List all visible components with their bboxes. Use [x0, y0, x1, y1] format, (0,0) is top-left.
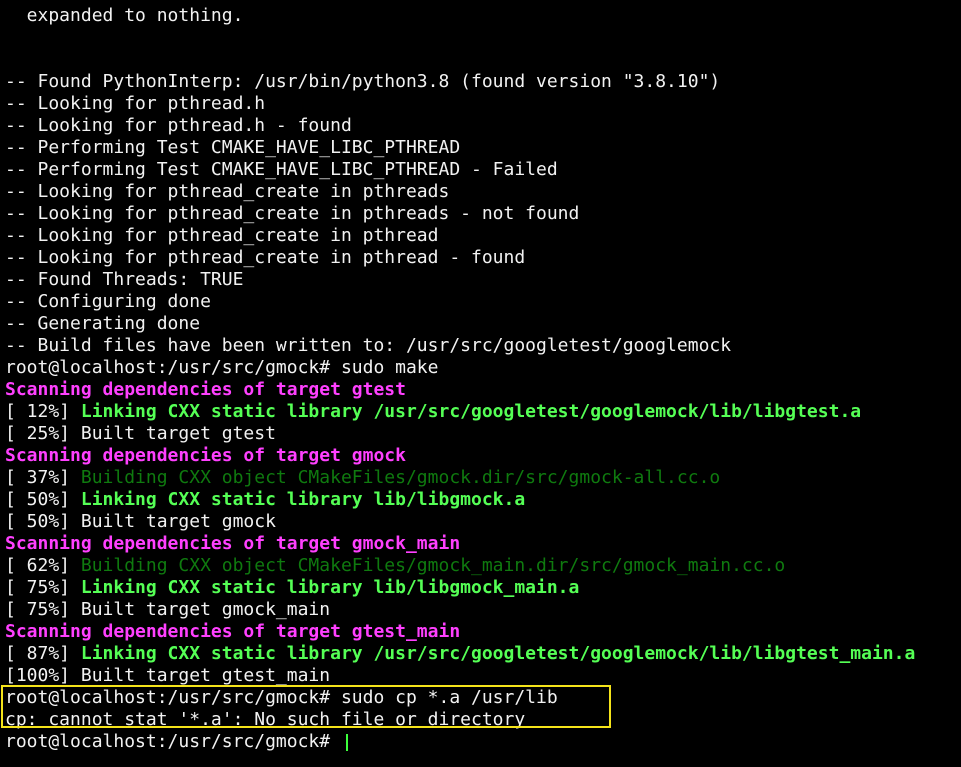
scanning-line: Scanning dependencies of target gtest_ma… — [5, 621, 461, 642]
scanning-line: Scanning dependencies of target gtest — [5, 379, 406, 400]
output-line: -- Looking for pthread_create in pthread… — [5, 181, 450, 202]
prompt-line[interactable]: root@localhost:/usr/src/gmock# — [5, 731, 341, 753]
progress-prefix: [ 50%] — [5, 489, 81, 510]
linking-text: Linking CXX static library lib/libgmock_… — [80, 577, 580, 598]
linking-text: Linking CXX static library lib/libgmock.… — [80, 489, 526, 510]
output-line: -- Looking for pthread.h — [5, 93, 266, 114]
terminal-window[interactable]: expanded to nothing. -- Found PythonInte… — [0, 0, 961, 767]
output-line: -- Found PythonInterp: /usr/bin/python3.… — [5, 71, 721, 92]
build-progress-line: [ 50%] Linking CXX static library lib/li… — [5, 489, 525, 511]
output-line: expanded to nothing. — [5, 5, 244, 26]
scanning-line: Scanning dependencies of target gmock — [5, 445, 406, 466]
build-progress-line: [ 87%] Linking CXX static library /usr/s… — [5, 643, 915, 665]
build-progress-line: [ 37%] Building CXX object CMakeFiles/gm… — [5, 467, 720, 489]
output-line: -- Looking for pthread_create in pthread… — [5, 203, 580, 224]
output-line: -- Looking for pthread.h - found — [5, 115, 352, 136]
output-line: -- Looking for pthread_create in pthread… — [5, 247, 526, 268]
output-line: -- Performing Test CMAKE_HAVE_LIBC_PTHRE… — [5, 159, 558, 180]
output-line: -- Build files have been written to: /us… — [5, 335, 732, 356]
progress-prefix: [ 87%] — [5, 643, 81, 664]
output-line: -- Looking for pthread_create in pthread — [5, 225, 439, 246]
build-progress-line: [ 62%] Building CXX object CMakeFiles/gm… — [5, 555, 785, 577]
build-progress-line: [ 12%] Linking CXX static library /usr/s… — [5, 401, 861, 423]
output-line: -- Configuring done — [5, 291, 211, 312]
output-line: [ 25%] Built target gtest — [5, 423, 276, 444]
output-line: -- Found Threads: TRUE — [5, 269, 244, 290]
linking-text: Linking CXX static library /usr/src/goog… — [80, 643, 916, 664]
output-line: [ 75%] Built target gmock_main — [5, 599, 331, 620]
linking-text: Linking CXX static library /usr/src/goog… — [80, 401, 862, 422]
highlight-box — [1, 685, 611, 728]
command-line: root@localhost:/usr/src/gmock# sudo make — [5, 357, 439, 378]
text-cursor — [346, 734, 348, 751]
output-line: -- Performing Test CMAKE_HAVE_LIBC_PTHRE… — [5, 137, 461, 158]
build-progress-line: [ 75%] Linking CXX static library lib/li… — [5, 577, 579, 599]
building-text: Building CXX object CMakeFiles/gmock_mai… — [80, 555, 786, 576]
output-line: -- Generating done — [5, 313, 201, 334]
progress-prefix: [ 75%] — [5, 577, 81, 598]
progress-prefix: [ 12%] — [5, 401, 81, 422]
progress-prefix: [ 62%] — [5, 555, 81, 576]
progress-prefix: [ 37%] — [5, 467, 81, 488]
output-line: [100%] Built target gtest_main — [5, 665, 331, 686]
output-line: [ 50%] Built target gmock — [5, 511, 276, 532]
scanning-line: Scanning dependencies of target gmock_ma… — [5, 533, 461, 554]
building-text: Building CXX object CMakeFiles/gmock.dir… — [80, 467, 721, 488]
